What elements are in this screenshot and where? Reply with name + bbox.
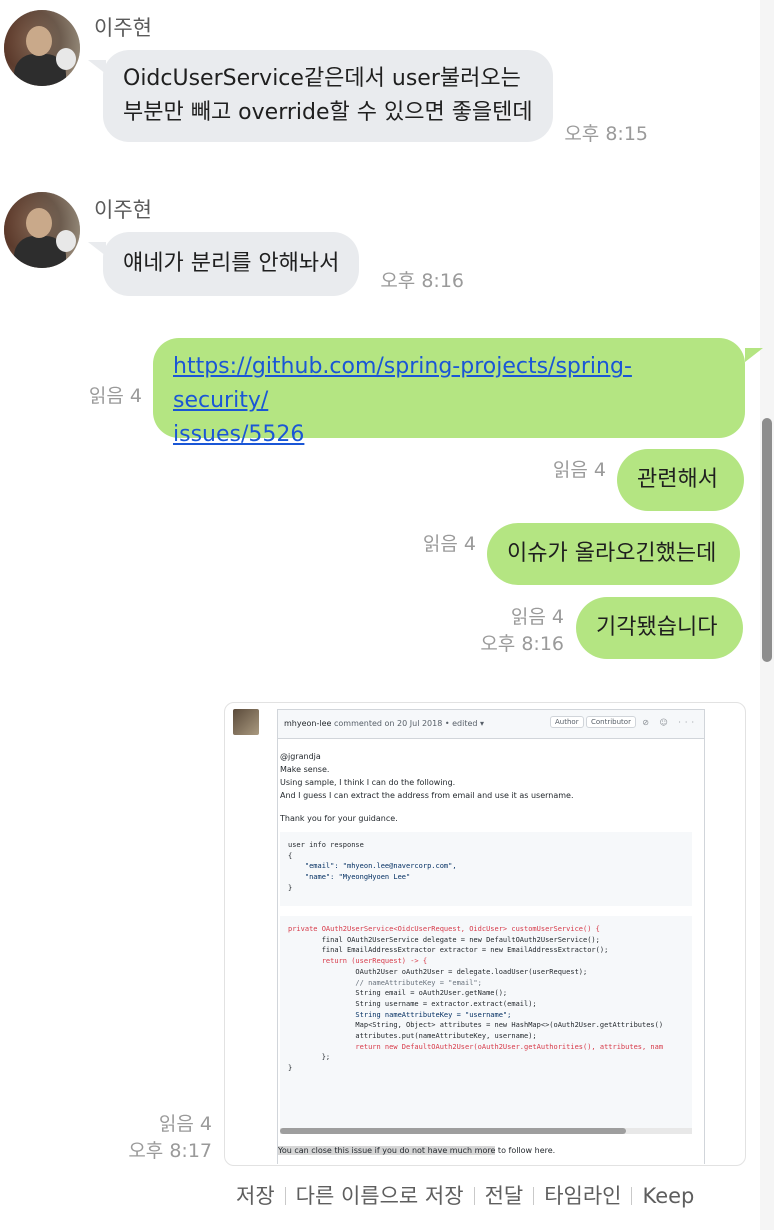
comment-line: Make sense. bbox=[280, 765, 330, 774]
save-button[interactable]: 저장 bbox=[236, 1184, 275, 1208]
comment-line: @jgrandja bbox=[280, 752, 321, 761]
message-bubble-mine[interactable]: 관련해서 bbox=[617, 449, 744, 511]
comment-line: Thank you for your guidance. bbox=[280, 814, 398, 823]
message-bubble[interactable]: OidcUserService같은데서 user불러오는 부분만 빼고 over… bbox=[103, 50, 553, 142]
comment-meta: commented on 20 Jul 2018 • edited ▾ bbox=[331, 719, 485, 728]
code-horizontal-scrollbar bbox=[280, 1128, 692, 1134]
forward-button[interactable]: 전달 bbox=[485, 1184, 524, 1208]
message-time: 오후 8:16 bbox=[380, 270, 464, 292]
message-bubble[interactable]: 얘네가 분리를 안해놔서 bbox=[103, 232, 360, 296]
comment-actions-icon: ⊘ ☺ ··· bbox=[642, 718, 698, 727]
comment-line: And I guess I can extract the address fr… bbox=[280, 791, 574, 800]
divider bbox=[533, 1187, 535, 1205]
divider bbox=[631, 1187, 633, 1205]
read-count: 읽음 4 bbox=[552, 459, 606, 481]
message-text: 이슈가 올라오긴했는데 bbox=[507, 541, 717, 566]
read-count-text: 읽음 4 bbox=[510, 606, 564, 628]
read-count: 읽음 4 오후 8:16 bbox=[470, 604, 564, 658]
comment-line: Using sample, I think I can do the follo… bbox=[280, 778, 456, 787]
message-time: 오후 8:17 bbox=[128, 1140, 212, 1162]
message-bubble-mine[interactable]: 이슈가 올라오긴했는데 bbox=[487, 523, 741, 585]
scrollbar-thumb[interactable] bbox=[762, 418, 772, 662]
divider bbox=[473, 1187, 475, 1205]
message-line: 부분만 빼고 override할 수 있으면 좋을텐데 bbox=[123, 100, 533, 125]
image-meta: 읽음 4 오후 8:17 bbox=[120, 1111, 212, 1165]
keep-button[interactable]: Keep bbox=[642, 1184, 694, 1208]
image-actions-bar: 저장 다른 이름으로 저장 전달 타임라인 Keep bbox=[236, 1180, 694, 1210]
sender-avatar[interactable] bbox=[4, 192, 80, 268]
author-badge: Author bbox=[550, 716, 584, 728]
save-as-button[interactable]: 다른 이름으로 저장 bbox=[296, 1184, 464, 1208]
read-count: 읽음 4 bbox=[88, 385, 142, 407]
comment-footer: You can close this issue if you do not h… bbox=[278, 1146, 556, 1155]
scrollbar-track[interactable] bbox=[760, 0, 774, 1230]
message-time: 오후 8:15 bbox=[564, 123, 648, 145]
message-text: 얘네가 분리를 안해놔서 bbox=[123, 251, 340, 276]
sender-name: 이주현 bbox=[94, 198, 152, 222]
issue-link[interactable]: https://github.com/spring-projects/sprin… bbox=[173, 350, 725, 418]
image-message[interactable]: mhyeon-lee commented on 20 Jul 2018 • ed… bbox=[224, 702, 746, 1166]
message-time: 오후 8:16 bbox=[480, 633, 564, 655]
github-user-avatar bbox=[233, 709, 259, 735]
code-block-java: private OAuth2UserService<OidcUserReques… bbox=[280, 916, 692, 1128]
contributor-badge: Contributor bbox=[586, 716, 636, 728]
comment-author: mhyeon-lee bbox=[284, 719, 332, 728]
read-count-text: 읽음 4 bbox=[158, 1113, 212, 1135]
message-bubble-mine[interactable]: https://github.com/spring-projects/sprin… bbox=[153, 338, 745, 447]
message-line: OidcUserService같은데서 user불러오는 bbox=[123, 66, 521, 91]
sender-avatar[interactable] bbox=[4, 10, 80, 86]
github-comment-card: mhyeon-lee commented on 20 Jul 2018 • ed… bbox=[277, 709, 705, 1164]
code-block-response: user info response{ "email": "mhyeon.lee… bbox=[280, 832, 692, 906]
message-text: 관련해서 bbox=[637, 467, 718, 492]
github-comment-header: mhyeon-lee commented on 20 Jul 2018 • ed… bbox=[278, 710, 704, 739]
message-text: 기각됐습니다 bbox=[596, 615, 718, 640]
read-count: 읽음 4 bbox=[422, 533, 476, 555]
divider bbox=[284, 1187, 286, 1205]
timeline-button[interactable]: 타임라인 bbox=[544, 1184, 621, 1208]
issue-link[interactable]: issues/5526 bbox=[173, 418, 725, 452]
bubble-tail bbox=[745, 348, 763, 362]
sender-name: 이주현 bbox=[94, 16, 152, 40]
message-bubble-mine[interactable]: 기각됐습니다 bbox=[576, 597, 744, 659]
